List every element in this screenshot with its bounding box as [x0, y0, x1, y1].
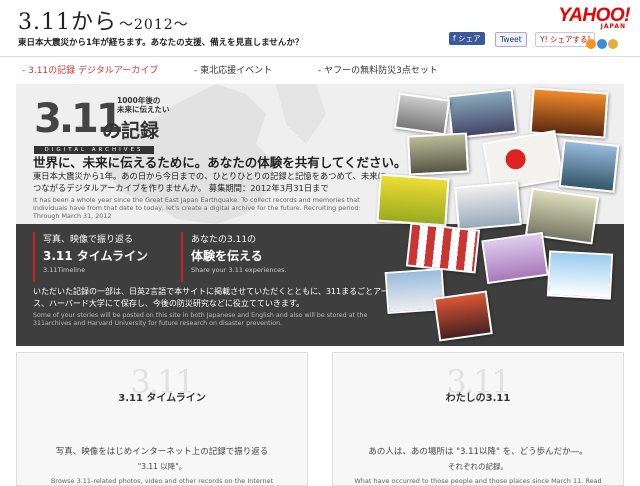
flags-photo[interactable] [405, 222, 481, 274]
tweet-button[interactable]: Tweet [495, 32, 527, 47]
archive-notice-en: Some of your stories will be posted on t… [33, 312, 368, 327]
nav-item-archive[interactable]: - 3.11の記録 デジタルアーカイブ [22, 63, 158, 76]
page-header: 3.11から 〜2012〜 東日本大震災から1年が経ちます。あなたの支援、備えを見… [0, 0, 640, 56]
my311-box[interactable]: 3.11 わたしの3.11 あの人は、あの場所は "3.11以降" を、どう歩ん… [332, 352, 624, 486]
photo-8[interactable] [454, 181, 522, 231]
hero-panel: 3.11 の記録 1000年後の 未来に伝えたい DIGITAL ARCHIVE… [16, 84, 624, 346]
my311-box-title[interactable]: わたしの3.11 [333, 389, 623, 404]
photo-3[interactable] [393, 92, 451, 136]
street-photo[interactable] [433, 290, 493, 342]
tagline: 東日本大震災から1年が経ちます。あなたの支援、備えを見直しませんか？ [18, 38, 304, 48]
brand-small-text: 1000年後の 未来に伝えたい [117, 96, 170, 114]
bookmark-icon[interactable] [597, 39, 607, 49]
hero-headline: 世界に、未来に伝えるために。あなたの体験を共有してください。 [33, 155, 407, 170]
sunflower-photo[interactable] [376, 173, 450, 227]
brand-small-line1: 1000年後の [117, 96, 161, 105]
rss-icon[interactable] [586, 39, 596, 49]
brand-kiroku: の記録 [102, 120, 160, 142]
share-experience-card[interactable]: あなたの3.11の 体験を伝える Share your 3.11 experie… [181, 232, 287, 282]
hero-description-en: It has been a whole year since the Great… [33, 196, 361, 220]
share-card-title: 体験を伝える [191, 249, 263, 263]
timeline-box-title[interactable]: 3.11 タイムライン [17, 389, 307, 404]
yahoo-logo-sub: JAPAN [600, 23, 626, 30]
site-title[interactable]: 3.11から 〜2012〜 [18, 4, 189, 36]
photo-5[interactable] [558, 139, 620, 193]
my311-box-en: What have occurred to those people and t… [354, 477, 602, 485]
timeline-box-text: 写真、映像をはじめインターネット上の記録で振り返る [55, 447, 269, 457]
timeline-card-title: 3.11 タイムライン [43, 249, 148, 263]
flag-sun [504, 147, 528, 171]
timeline-card-en: 3.11Timeline [43, 266, 86, 274]
nav-item-events[interactable]: - 東北応援イベント [194, 63, 272, 76]
hero-description: 東日本大震災から1年。あの日から今日までの、ひとりひとりの記録と記憶をあつめて、… [33, 171, 386, 193]
photo-2[interactable] [446, 88, 518, 140]
photo-12[interactable] [546, 250, 614, 300]
archive-notice: いただいた記録の一部は、日英2言語で本サイトに掲載させていただくとともに、311… [33, 287, 413, 308]
archive-brand: 3.11 の記録 1000年後の 未来に伝えたい DIGITAL ARCHIVE… [34, 96, 170, 154]
site-title-sub: 〜2012〜 [119, 17, 189, 33]
timeline-box-en: Browse 3.11-related photos, video and ot… [50, 477, 274, 485]
main-nav: - 3.11の記録 デジタルアーカイブ - 東北応援イベント - ヤフーの無料防… [0, 56, 640, 83]
my311-box-text2: それぞれの記録。 [448, 462, 508, 471]
timeline-box[interactable]: 3.11 3.11 タイムライン 写真、映像をはじめインターネット上の記録で振り… [16, 352, 308, 486]
share-card-en: Share your 3.11 experiences. [191, 266, 287, 274]
site-title-main: 3.11から [18, 10, 117, 35]
my311-box-text: あの人は、あの場所は "3.11以降" を、どう歩んだか―。 [368, 447, 588, 457]
share-card-line1: あなたの3.11の [191, 235, 257, 245]
share-icons [585, 34, 618, 53]
facebook-share-button[interactable]: f シェア [449, 32, 485, 45]
timeline-card-line1: 写真、映像で振り返る [43, 235, 134, 245]
section-boxes: 3.11 3.11 タイムライン 写真、映像をはじめインターネット上の記録で振り… [16, 352, 624, 486]
mixi-icon[interactable] [608, 39, 618, 49]
photo-6[interactable] [406, 132, 470, 176]
cherry-photo[interactable] [481, 231, 549, 285]
timeline-card[interactable]: 写真、映像で振り返る 3.11 タイムライン 3.11Timeline [33, 232, 148, 282]
nav-item-bousai[interactable]: - ヤフーの無料防災3点セット [318, 63, 438, 76]
sunset-photo[interactable] [529, 87, 609, 139]
brand-small-line2: 未来に伝えたい [117, 105, 170, 114]
timeline-box-text2: "3.11 以降"。 [137, 462, 187, 471]
